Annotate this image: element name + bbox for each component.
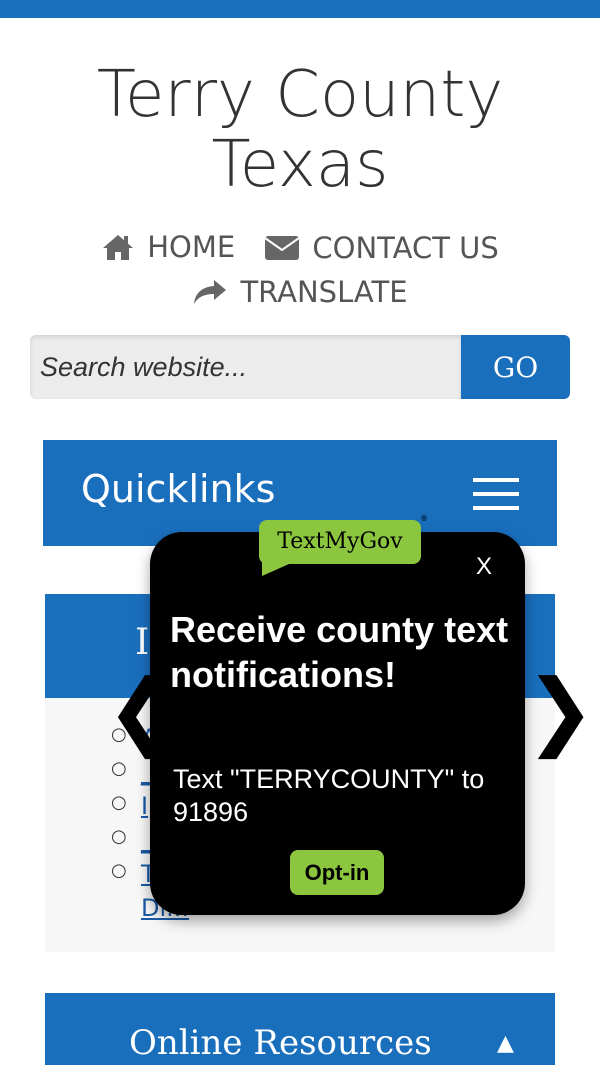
opt-in-button[interactable]: Opt-in xyxy=(290,850,384,895)
search-go-button[interactable]: GO xyxy=(461,335,570,399)
collapse-arrow-icon[interactable]: ▲ xyxy=(497,1031,514,1056)
logo-speech-tail xyxy=(262,560,298,576)
textmygov-logo: TextMyGov xyxy=(259,520,421,564)
popup-close-button[interactable]: X xyxy=(476,553,492,581)
top-nav-row2: TRANSLATE xyxy=(0,275,600,313)
nav-translate-link[interactable]: TRANSLATE xyxy=(192,275,408,309)
online-resources-label: Online Resources xyxy=(129,1023,432,1063)
carousel-next-icon[interactable]: ❯ xyxy=(525,660,595,760)
top-bar xyxy=(0,0,600,18)
quicklinks-title: Quicklinks xyxy=(81,467,276,511)
carousel-prev-icon[interactable]: ❮ xyxy=(106,660,176,760)
list-link[interactable]: I xyxy=(141,792,148,820)
search-input[interactable] xyxy=(30,335,461,399)
nav-contact-link[interactable]: CONTACT US xyxy=(264,231,499,265)
site-title[interactable]: Terry County Texas xyxy=(0,60,600,200)
top-nav: HOME CONTACT US xyxy=(0,230,600,268)
site-title-line1: Terry County xyxy=(96,58,504,132)
hamburger-icon[interactable] xyxy=(473,478,519,512)
online-resources-header[interactable]: Online Resources ▲ xyxy=(45,993,555,1065)
nav-home-label: HOME xyxy=(147,230,236,264)
share-arrow-icon xyxy=(194,280,227,304)
nav-contact-label: CONTACT US xyxy=(312,231,499,265)
site-title-line2: Texas xyxy=(211,128,389,202)
envelope-icon xyxy=(264,236,300,260)
home-icon xyxy=(103,235,134,260)
nav-home-link[interactable]: HOME xyxy=(101,230,235,264)
popup-title: Receive county text notifications! xyxy=(170,609,509,695)
registered-mark: ® xyxy=(420,514,428,523)
info-panel-title: I xyxy=(135,622,150,663)
nav-translate-label: TRANSLATE xyxy=(240,275,408,309)
popup-body: Text "TERRYCOUNTY" to 91896 xyxy=(173,764,485,827)
search-bar: GO xyxy=(30,335,570,399)
